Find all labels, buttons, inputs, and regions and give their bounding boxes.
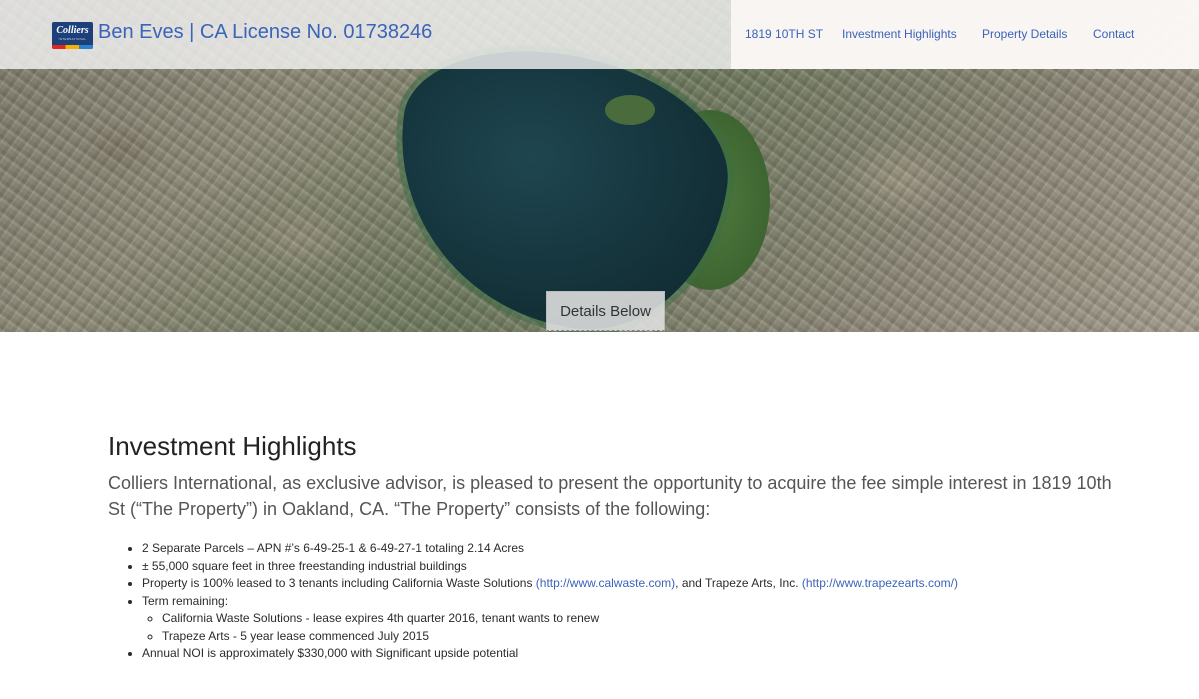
intro-paragraph: Colliers International, as exclusive adv…	[108, 473, 1112, 519]
bullet-leased-mid: , and Trapeze Arts, Inc.	[675, 576, 802, 590]
site-header: Colliers INTERNATIONAL Ben Eves | CA Lic…	[0, 0, 1199, 69]
bullet-term: Term remaining:	[142, 593, 229, 608]
term-calwaste: California Waste Solutions - lease expir…	[162, 611, 600, 625]
list-item: Property is 100% leased to 3 tenants inc…	[142, 575, 1142, 593]
nav-item-property-details[interactable]: Property Details	[982, 27, 1067, 41]
term-trapeze: Trapeze Arts - 5 year lease commenced Ju…	[162, 628, 430, 643]
bullet-leased-text: Property is 100% leased to 3 tenants inc…	[142, 576, 536, 590]
bullet-parcels: 2 Separate Parcels – APN #’s 6-49-25-1 &…	[142, 541, 525, 555]
nav-item-contact[interactable]: Contact	[1093, 27, 1134, 41]
list-item: ± 55,000 square feet in three freestandi…	[142, 558, 1142, 576]
details-below-button[interactable]: Details Below	[546, 291, 665, 331]
logo-subtext: INTERNATIONAL	[58, 37, 87, 41]
bullet-noi: Annual NOI is approximately $330,000 wit…	[142, 646, 519, 660]
site-title[interactable]: Ben Eves | CA License No. 01738246	[98, 21, 432, 44]
calwaste-link[interactable]: (http://www.calwaste.com)	[536, 576, 675, 590]
colliers-logo[interactable]: Colliers INTERNATIONAL	[52, 22, 93, 49]
sub-list-item: Trapeze Arts - 5 year lease commenced Ju…	[162, 628, 1142, 646]
sub-list-item: California Waste Solutions - lease expir…	[162, 610, 1142, 628]
list-item: Term remaining: California Waste Solutio…	[142, 593, 1142, 646]
nav-item-address[interactable]: 1819 10TH ST	[745, 27, 823, 41]
list-item: 2 Separate Parcels – APN #’s 6-49-25-1 &…	[142, 540, 1142, 558]
nav-item-investment-highlights[interactable]: Investment Highlights	[842, 27, 957, 41]
lake-island	[605, 95, 655, 125]
list-item: Annual NOI is approximately $330,000 wit…	[142, 645, 1142, 663]
bullet-sqft: ± 55,000 square feet in three freestandi…	[142, 558, 467, 573]
trapezearts-link[interactable]: (http://www.trapezearts.com/)	[802, 576, 958, 590]
highlights-list: 2 Separate Parcels – APN #’s 6-49-25-1 &…	[126, 540, 1142, 663]
main-nav: 1819 10TH ST Investment Highlights Prope…	[745, 27, 1199, 45]
logo-stripe	[52, 45, 93, 49]
term-sublist: California Waste Solutions - lease expir…	[142, 610, 1142, 645]
logo-text: Colliers	[56, 25, 89, 36]
section-title: Investment Highlights	[108, 431, 357, 461]
